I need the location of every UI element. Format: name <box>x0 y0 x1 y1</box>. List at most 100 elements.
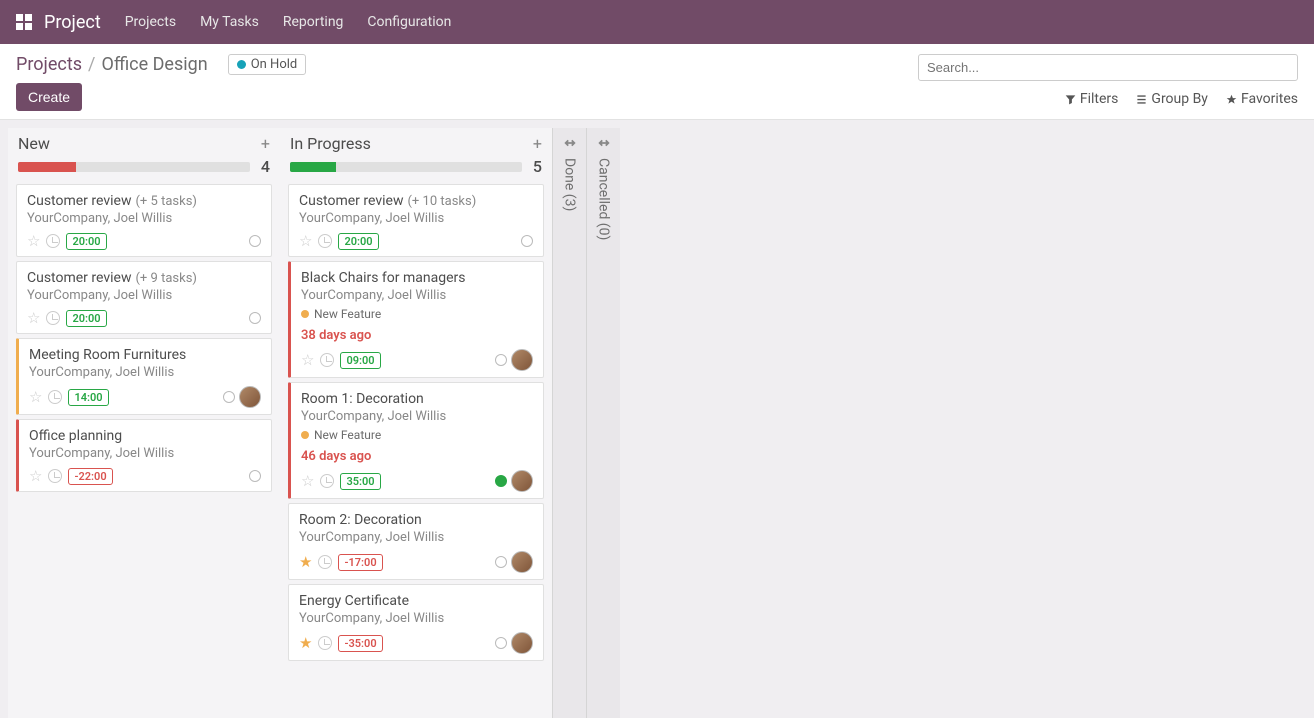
control-panel: Projects / Office Design On Hold Create … <box>0 44 1314 120</box>
card-overdue: 46 days ago <box>301 449 533 464</box>
card-company: YourCompany, Joel Willis <box>299 211 533 226</box>
priority-star-icon[interactable]: ☆ <box>29 467 42 485</box>
kanban-state-icon[interactable] <box>495 354 507 366</box>
assignee-avatar[interactable] <box>511 551 533 573</box>
status-dot-icon <box>237 60 246 69</box>
kanban-state-icon[interactable] <box>223 391 235 403</box>
card-title: Black Chairs for managers <box>301 270 466 286</box>
topbar: Project Projects My Tasks Reporting Conf… <box>0 0 1314 44</box>
tag-dot-icon <box>301 310 309 318</box>
unfold-icon <box>563 136 577 150</box>
card-tag: New Feature <box>301 307 381 321</box>
app-name[interactable]: Project <box>44 12 101 33</box>
kanban-card[interactable]: Office planningYourCompany, Joel Willis☆… <box>16 419 272 492</box>
assignee-avatar[interactable] <box>511 349 533 371</box>
card-title: Customer review <box>27 193 131 209</box>
card-subtask-count: (+ 9 tasks) <box>135 271 196 286</box>
status-pill[interactable]: On Hold <box>228 54 307 75</box>
column-progress-bar <box>18 162 250 172</box>
clock-icon[interactable] <box>46 234 60 248</box>
time-badge: 20:00 <box>338 233 378 250</box>
menu-configuration[interactable]: Configuration <box>367 14 451 30</box>
clock-icon[interactable] <box>318 555 332 569</box>
kanban-column: In Progress+5Customer review(+ 10 tasks)… <box>280 128 552 718</box>
breadcrumb-current: Office Design <box>101 54 207 75</box>
time-badge: 20:00 <box>66 233 106 250</box>
groupby-button[interactable]: Group By <box>1136 91 1208 107</box>
clock-icon[interactable] <box>48 469 62 483</box>
folded-column[interactable]: Done (3) <box>552 128 586 718</box>
column-progress-bar <box>290 162 522 172</box>
column-add-icon[interactable]: + <box>533 134 542 153</box>
priority-star-icon[interactable]: ☆ <box>27 309 40 327</box>
clock-icon[interactable] <box>48 390 62 404</box>
status-label: On Hold <box>251 57 298 72</box>
apps-icon[interactable] <box>16 14 32 30</box>
folded-column[interactable]: Cancelled (0) <box>586 128 620 718</box>
clock-icon[interactable] <box>320 353 334 367</box>
kanban-card[interactable]: Room 2: Decoration YourCompany, Joel Will… <box>288 503 544 580</box>
menu-projects[interactable]: Projects <box>125 14 176 30</box>
clock-icon[interactable] <box>320 474 334 488</box>
kanban-state-icon[interactable] <box>249 470 261 482</box>
clock-icon[interactable] <box>318 636 332 650</box>
column-add-icon[interactable]: + <box>261 134 270 153</box>
card-title: Office planning <box>29 428 122 444</box>
kanban-card[interactable]: Black Chairs for managers YourCompany, Jo… <box>288 261 544 378</box>
priority-star-icon[interactable]: ☆ <box>299 232 312 250</box>
kanban-card[interactable]: Customer review(+ 9 tasks)YourCompany, J… <box>16 261 272 334</box>
card-company: YourCompany, Joel Willis <box>27 288 261 303</box>
star-icon <box>1226 94 1237 105</box>
priority-star-icon[interactable]: ☆ <box>29 388 42 406</box>
card-title: Meeting Room Furnitures <box>29 347 186 363</box>
card-overdue: 38 days ago <box>301 328 533 343</box>
card-company: YourCompany, Joel Willis <box>301 288 533 303</box>
favorites-button[interactable]: Favorites <box>1226 91 1298 107</box>
kanban-card[interactable]: Customer review(+ 5 tasks)YourCompany, J… <box>16 184 272 257</box>
time-badge: -35:00 <box>338 635 382 652</box>
priority-star-icon[interactable]: ★ <box>299 634 312 652</box>
priority-star-icon[interactable]: ★ <box>299 553 312 571</box>
assignee-avatar[interactable] <box>239 386 261 408</box>
kanban-state-icon[interactable] <box>495 637 507 649</box>
time-badge: -17:00 <box>338 554 382 571</box>
priority-star-icon[interactable]: ☆ <box>301 351 314 369</box>
menu-my-tasks[interactable]: My Tasks <box>200 14 259 30</box>
main-menu: Projects My Tasks Reporting Configuratio… <box>125 14 452 30</box>
card-subtask-count: (+ 5 tasks) <box>135 194 196 209</box>
unfold-icon <box>597 136 611 150</box>
breadcrumb-root[interactable]: Projects <box>16 54 82 75</box>
clock-icon[interactable] <box>318 234 332 248</box>
column-title: New <box>18 134 50 153</box>
folded-column-label: Done (3) <box>562 158 578 211</box>
card-company: YourCompany, Joel Willis <box>299 530 533 545</box>
kanban-card[interactable]: Energy CertificateYourCompany, Joel Will… <box>288 584 544 661</box>
folded-column-label: Cancelled (0) <box>596 158 612 240</box>
kanban-card[interactable]: Room 1: Decoration YourCompany, Joel Will… <box>288 382 544 499</box>
kanban-state-icon[interactable] <box>495 556 507 568</box>
card-company: YourCompany, Joel Willis <box>301 409 533 424</box>
kanban-state-icon[interactable] <box>495 475 507 487</box>
assignee-avatar[interactable] <box>511 632 533 654</box>
kanban-state-icon[interactable] <box>249 312 261 324</box>
priority-star-icon[interactable]: ☆ <box>27 232 40 250</box>
column-count: 4 <box>258 157 270 176</box>
kanban-state-icon[interactable] <box>521 235 533 247</box>
assignee-avatar[interactable] <box>511 470 533 492</box>
card-title: Customer review <box>299 193 403 209</box>
filters-button[interactable]: Filters <box>1065 91 1119 107</box>
priority-star-icon[interactable]: ☆ <box>301 472 314 490</box>
card-title: Room 2: Decoration <box>299 512 422 528</box>
card-company: YourCompany, Joel Willis <box>299 611 533 626</box>
clock-icon[interactable] <box>46 311 60 325</box>
create-button[interactable]: Create <box>16 83 82 111</box>
kanban-column: New +4 Customer review (+ 5 tasks) YourCompa… <box>8 128 280 718</box>
kanban-card[interactable]: Meeting Room FurnituresYourCompany, Joel… <box>16 338 272 415</box>
kanban-card[interactable]: Customer review(+ 10 tasks)YourCompany, … <box>288 184 544 257</box>
menu-reporting[interactable]: Reporting <box>283 14 344 30</box>
kanban-state-icon[interactable] <box>249 235 261 247</box>
filter-icon <box>1065 94 1076 105</box>
card-title: Room 1: Decoration <box>301 391 424 407</box>
search-input[interactable] <box>918 54 1298 81</box>
column-count: 5 <box>530 157 542 176</box>
